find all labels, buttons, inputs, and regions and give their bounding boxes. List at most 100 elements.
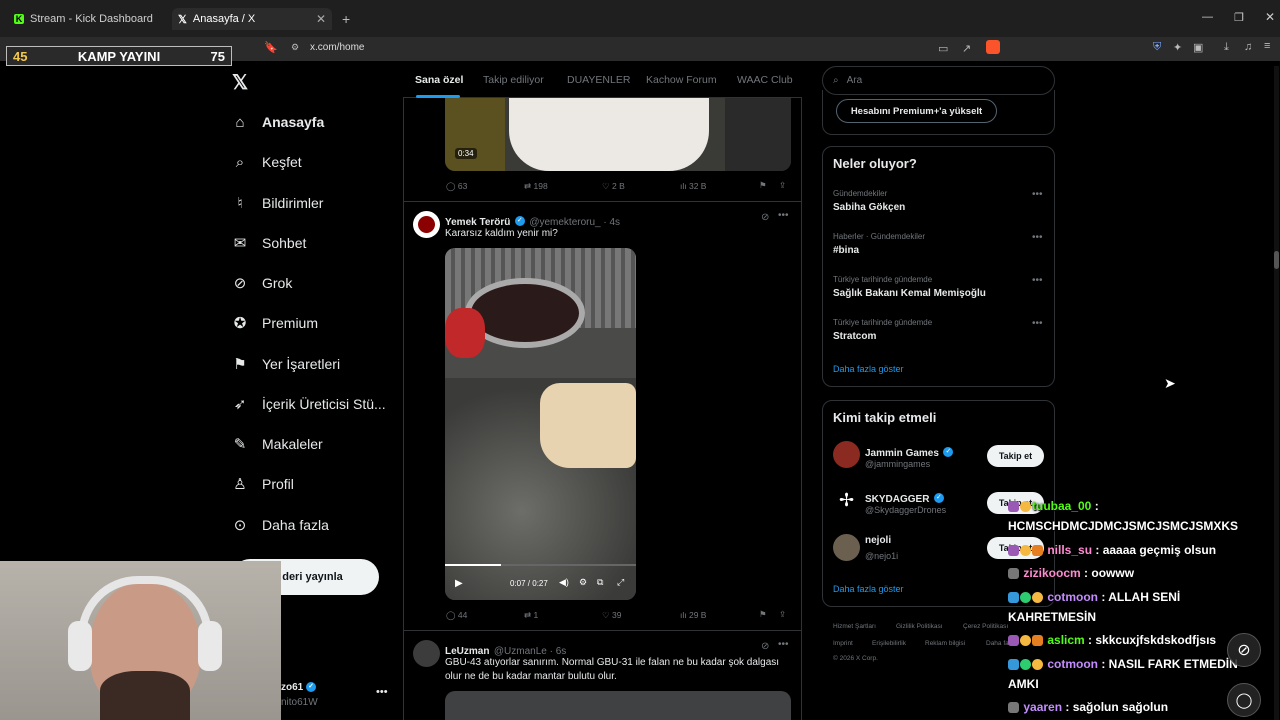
footer-link[interactable]: Gizlilik Politikası [896, 623, 943, 630]
tab-kachow-forum[interactable]: Kachow Forum [646, 74, 717, 86]
close-window-icon[interactable]: ✕ [1265, 10, 1275, 24]
sidebar-item-notifications[interactable]: ♮ Bildirimler [232, 188, 323, 218]
tab-duayenler[interactable]: DUAYENLER [567, 74, 630, 86]
messages-floating-icon[interactable]: ◯ [1227, 683, 1261, 717]
screen-icon[interactable]: ▭ [938, 42, 948, 55]
video-progress[interactable] [445, 564, 501, 566]
brave-shield-icon[interactable] [986, 40, 1000, 54]
grok-post-icon[interactable]: ⊘ [761, 641, 769, 652]
close-tab-icon[interactable]: ✕ [316, 12, 326, 26]
pip-icon[interactable]: ⧉ [597, 577, 603, 588]
trend-item[interactable]: Stratcom [833, 331, 876, 342]
share-post-icon[interactable]: ⇪ [779, 609, 786, 620]
post-menu-icon[interactable]: ••• [778, 639, 789, 650]
x-logo-icon: 𝕏 [178, 13, 187, 26]
sidebar-item-explore[interactable]: ⌕ Keşfet [232, 147, 302, 177]
avatar[interactable] [413, 640, 440, 667]
trend-item[interactable]: Sabiha Gökçen [833, 202, 905, 213]
sidebar-item-articles[interactable]: ✎ Makaleler [232, 429, 323, 459]
sidebar-item-label: Sohbet [262, 235, 307, 251]
badge-icon [1020, 501, 1031, 513]
sidebar-item-grok[interactable]: ⊘ Grok [232, 268, 293, 298]
bookmark-page-icon[interactable]: 🔖 [264, 41, 278, 54]
minimize-icon[interactable]: — [1202, 11, 1213, 23]
post-image[interactable] [445, 691, 791, 720]
sidebar-item-bookmarks[interactable]: ⚑ Yer İşaretleri [232, 349, 340, 379]
tab-following[interactable]: Takip ediliyor [483, 74, 544, 86]
bookmark-post-icon[interactable]: ⚑ [759, 180, 767, 191]
extensions-icon[interactable]: ✦ [1173, 41, 1182, 54]
badge-icon [1020, 545, 1031, 557]
footer-link[interactable]: Erişilebilirlik [872, 640, 906, 647]
bookmark-post-icon[interactable]: ⚑ [759, 609, 767, 620]
verified-icon: ✓ [306, 682, 317, 693]
footer-link[interactable]: Hizmet Şartları [833, 623, 876, 630]
avatar[interactable] [833, 441, 860, 468]
like-button[interactable]: ♡ 39 [602, 610, 621, 621]
reply-button[interactable]: ◯ 63 [446, 181, 467, 192]
volume-icon[interactable]: ◀) [559, 577, 569, 588]
x-home-logo-icon[interactable]: 𝕏 [232, 70, 248, 95]
overlay-right-number: 75 [210, 48, 225, 64]
tab-x-home[interactable]: 𝕏 Anasayfa / X ✕ [172, 8, 332, 30]
new-tab-icon[interactable]: + [342, 11, 350, 27]
profile-icon: ♙ [233, 476, 247, 493]
account-name[interactable]: zo61 ✓ [281, 682, 317, 693]
post-menu-icon[interactable]: ••• [778, 210, 789, 221]
trend-menu-icon[interactable]: ••• [1032, 318, 1043, 329]
menu-icon[interactable]: ≡ [1264, 40, 1270, 52]
trend-item[interactable]: Sağlık Bakanı Kemal Memişoğlu [833, 288, 986, 299]
extension-shield-icon[interactable]: ⛨ [1153, 41, 1161, 54]
views-button[interactable]: ılı 32 B [680, 181, 706, 191]
sidebar-item-more[interactable]: ⊙ Daha fazla [232, 510, 329, 540]
restore-icon[interactable]: ❐ [1234, 11, 1244, 24]
site-settings-icon[interactable]: ⚙ [291, 42, 299, 53]
post-video[interactable]: ▶ 0:07 / 0:27 ◀) ⚙ ⧉ ⤢ [445, 248, 636, 600]
reply-button[interactable]: ◯ 44 [446, 610, 467, 621]
footer-link[interactable]: Çerez Politikası [963, 623, 1008, 630]
tab-waac-club[interactable]: WAAC Club [737, 74, 793, 86]
media-icon[interactable]: ♫ [1244, 41, 1252, 53]
play-icon[interactable]: ▶ [455, 578, 463, 589]
share-post-icon[interactable]: ⇪ [779, 180, 786, 191]
tab-kick-dashboard[interactable]: K Stream - Kick Dashboard [8, 8, 170, 30]
badge-icon [1008, 501, 1019, 513]
suggested-user[interactable]: nejoli [865, 535, 891, 546]
download-icon[interactable]: ⤓ [1224, 41, 1229, 54]
grok-floating-icon[interactable]: ⊘ [1227, 633, 1261, 667]
scrollbar[interactable] [1274, 66, 1279, 720]
views-button[interactable]: ılı 29 B [680, 610, 706, 620]
show-more-trends-link[interactable]: Daha fazla göster [833, 364, 904, 374]
repost-button[interactable]: ⇄ 198 [524, 181, 548, 192]
trend-menu-icon[interactable]: ••• [1032, 189, 1043, 200]
footer-link[interactable]: Reklam bilgisi [925, 640, 965, 647]
sidebar-item-creator-studio[interactable]: ➶ İçerik Üreticisi Stü... [232, 389, 386, 419]
sidebar-toggle-icon[interactable]: ▣ [1193, 41, 1203, 54]
account-menu-icon[interactable]: ••• [376, 686, 388, 698]
avatar[interactable]: ✢ [833, 487, 860, 514]
sidebar-item-messages[interactable]: ✉ Sohbet [232, 228, 307, 258]
grok-post-icon[interactable]: ⊘ [761, 212, 769, 223]
trend-item[interactable]: #bina [833, 245, 859, 256]
fullscreen-icon[interactable]: ⤢ [617, 577, 624, 588]
settings-icon[interactable]: ⚙ [579, 577, 587, 588]
trend-menu-icon[interactable]: ••• [1032, 275, 1043, 286]
show-more-follow-link[interactable]: Daha fazla göster [833, 584, 904, 594]
footer-link[interactable]: Imprint [833, 640, 853, 647]
upgrade-premium-button[interactable]: Hesabını Premium+'a yükselt [836, 99, 997, 123]
follow-button[interactable]: Takip et [987, 445, 1044, 467]
video-duration: 0:34 [455, 148, 477, 159]
avatar[interactable] [833, 534, 860, 561]
sidebar-item-profile[interactable]: ♙ Profil [232, 469, 294, 499]
premium-icon: ✪ [233, 315, 247, 332]
sidebar-item-home[interactable]: ⌂ Anasayfa [232, 107, 324, 137]
trend-menu-icon[interactable]: ••• [1032, 232, 1043, 243]
sidebar-item-premium[interactable]: ✪ Premium [232, 308, 318, 338]
repost-button[interactable]: ⇄ 1 [524, 610, 538, 621]
like-button[interactable]: ♡ 2 B [602, 181, 625, 192]
avatar[interactable] [413, 211, 440, 238]
url-field[interactable]: x.com/home [310, 42, 364, 53]
post-video[interactable]: 0:34 [445, 98, 791, 171]
tab-for-you[interactable]: Sana özel [415, 74, 463, 86]
share-icon[interactable]: ↗ [962, 42, 971, 55]
